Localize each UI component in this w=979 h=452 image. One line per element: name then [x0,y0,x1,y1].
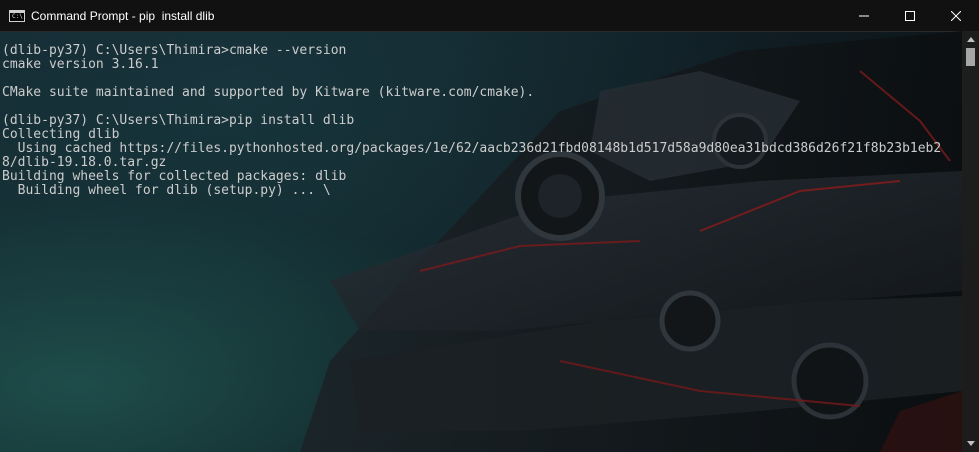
console-line: cmake version 3.16.1 [2,57,159,72]
window-title: Command Prompt - pip install dlib [31,8,215,23]
minimize-icon [859,15,869,16]
console-line: Collecting dlib [2,127,120,142]
scroll-down-button[interactable] [962,435,979,452]
title-bar[interactable]: C:\ Command Prompt - pip install dlib [0,0,979,32]
minimize-button[interactable] [841,0,887,31]
cmd-app-icon[interactable]: C:\ [9,9,25,22]
console-line: 8/dlib-19.18.0.tar.gz [2,155,167,170]
scroll-down-arrow-icon [966,441,975,446]
console-line: Using cached https://files.pythonhosted.… [2,141,942,156]
window-controls [841,0,979,31]
scroll-up-arrow-icon [966,37,975,42]
console-line: (dlib-py37) C:\Users\Thimira>cmake --ver… [2,43,347,58]
console-text: (dlib-py37) C:\Users\Thimira>cmake --ver… [2,44,941,198]
maximize-icon [905,10,915,21]
maximize-button[interactable] [887,0,933,31]
scroll-up-button[interactable] [962,31,979,48]
scrollbar-thumb[interactable] [966,48,975,66]
vertical-scrollbar[interactable] [962,31,979,452]
command-prompt-window: C:\ Command Prompt - pip install dlib (d… [0,0,979,452]
console-output-area[interactable]: (dlib-py37) C:\Users\Thimira>cmake --ver… [0,31,962,452]
console-line: Building wheel for dlib (setup.py) ... \ [2,183,331,198]
console-line: (dlib-py37) C:\Users\Thimira>pip install… [2,113,355,128]
app-icon-text: C:\ [12,12,23,20]
console-line: Building wheels for collected packages: … [2,169,347,184]
console-line: CMake suite maintained and supported by … [2,85,535,100]
close-button[interactable] [933,0,979,31]
close-icon [951,10,961,21]
